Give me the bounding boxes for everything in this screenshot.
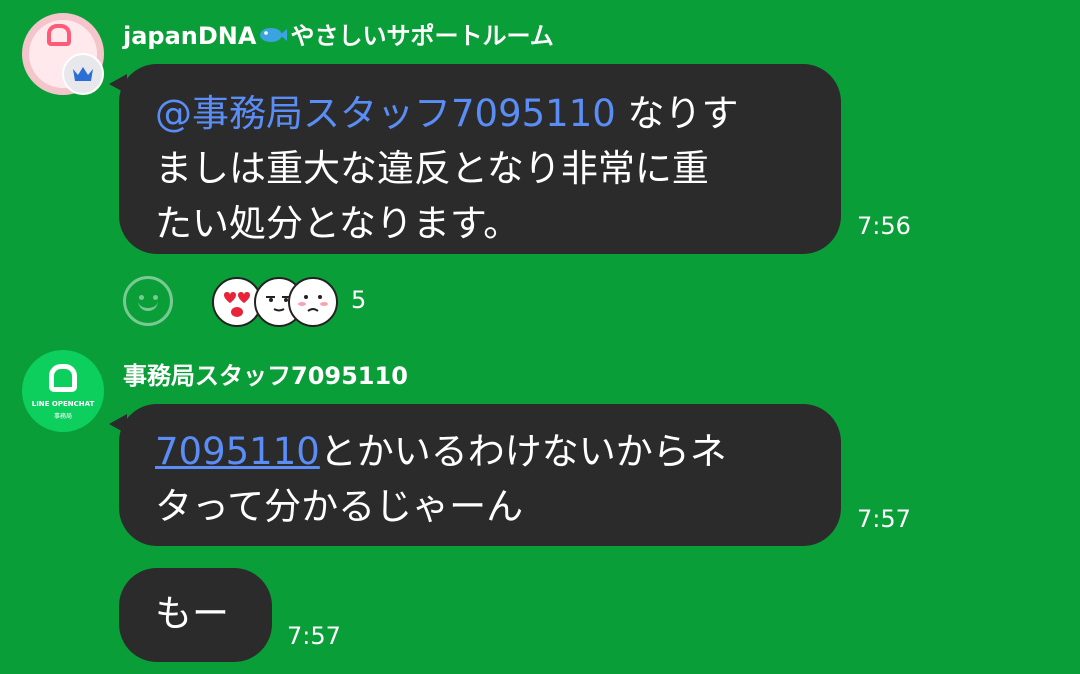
openchat-logo-icon <box>49 364 77 392</box>
bubble-tail <box>109 74 127 94</box>
message-line: なりす <box>615 92 739 135</box>
sender-avatar-staff[interactable]: LINE OPENCHAT 事務局 <box>22 350 104 432</box>
message-line: タって分かるじゃーん <box>155 485 524 528</box>
message-bubble[interactable]: もー <box>119 568 272 662</box>
message-text: もー <box>155 592 229 635</box>
sender-name: japanDNA やさしいサポートルーム <box>123 16 554 51</box>
reaction-list[interactable] <box>212 274 338 330</box>
message-time: 7:57 <box>287 622 341 650</box>
crown-icon <box>62 53 104 95</box>
message-bubble[interactable]: 7095110とかいるわけないからネタって分かるじゃーん <box>109 404 841 546</box>
bubble-tail <box>109 414 127 434</box>
add-reaction-icon[interactable] <box>123 276 173 326</box>
message-time: 7:56 <box>857 212 911 240</box>
openchat-logo-icon <box>47 24 71 46</box>
mention-link[interactable]: @事務局スタッフ7095110 <box>155 92 616 135</box>
message-time: 7:57 <box>857 505 911 533</box>
message-line: とかいるわけないからネ <box>319 430 727 473</box>
avatar-sub-text: 事務局 <box>53 413 72 420</box>
message-line: たい処分となります。 <box>155 202 521 245</box>
fish-icon <box>258 23 288 51</box>
sender-name-suffix: やさしいサポートルーム <box>290 22 554 50</box>
blushing-face-sticker-icon <box>288 277 338 327</box>
smiley-eye <box>139 295 144 300</box>
message-bubble[interactable]: @事務局スタッフ7095110 なりすましは重大な違反となり非常に重 たい処分とな… <box>109 64 841 254</box>
message-text: 7095110とかいるわけないからネタって分かるじゃーん <box>155 424 805 534</box>
number-link[interactable]: 7095110 <box>155 430 320 473</box>
sender-name-text: japanDNA <box>123 22 257 50</box>
avatar-brand-text: LINE OPENCHAT <box>31 400 95 408</box>
message-text: @事務局スタッフ7095110 なりすましは重大な違反となり非常に重 たい処分とな… <box>155 86 805 251</box>
reaction-count: 5 <box>351 286 367 314</box>
message-line: ましは重大な違反となり非常に重 <box>155 147 709 190</box>
smiley-mouth <box>138 301 158 311</box>
sender-name: 事務局スタッフ7095110 <box>123 362 408 390</box>
smiley-eye <box>153 295 158 300</box>
